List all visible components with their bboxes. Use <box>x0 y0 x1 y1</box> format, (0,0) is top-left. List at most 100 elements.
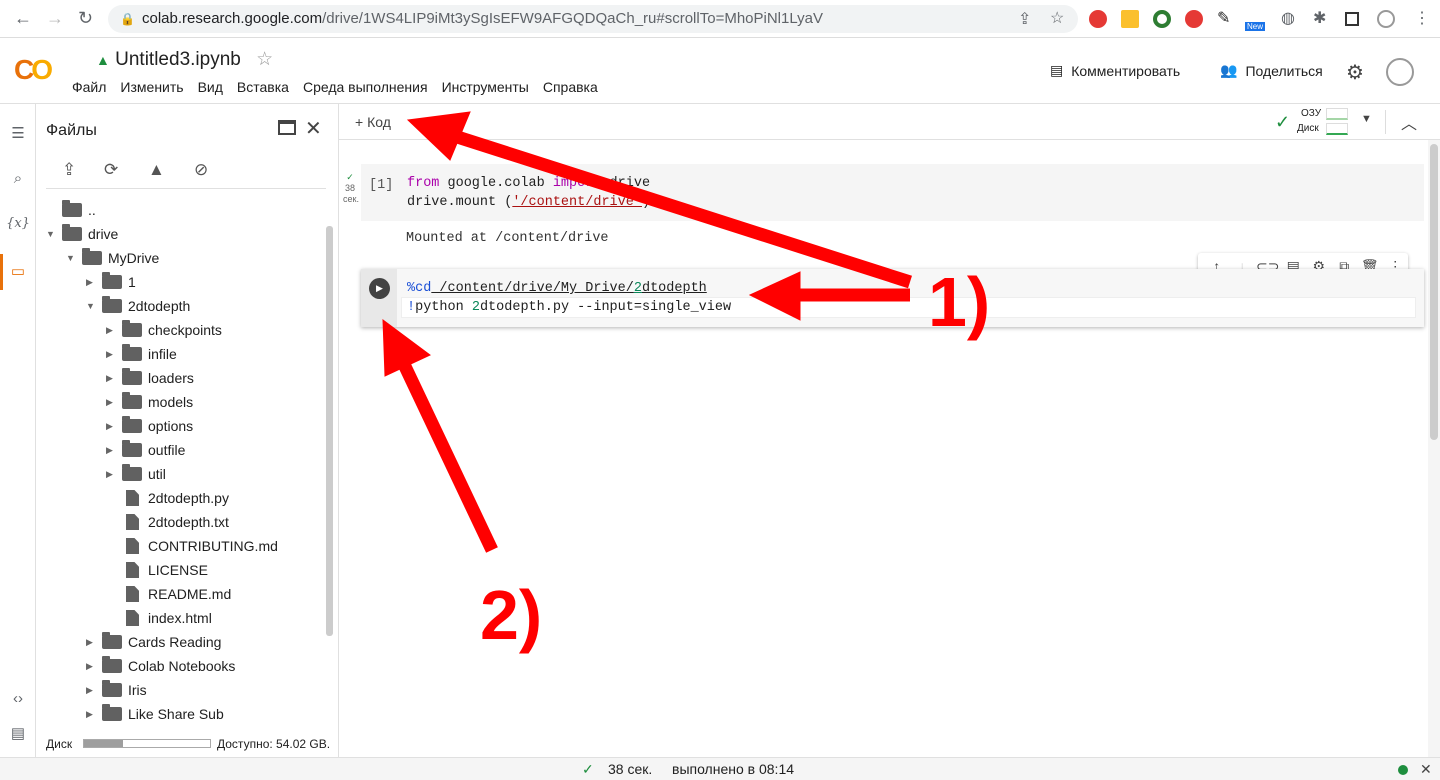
file-item[interactable]: CONTRIBUTING.md <box>106 534 278 558</box>
code-cell-2[interactable]: ▶ %cd /content/drive/My Drive/2dtodepth!… <box>361 269 1424 327</box>
terminal-icon[interactable]: ▤ <box>0 724 36 742</box>
notebook-scrollbar[interactable] <box>1430 144 1438 440</box>
settings-gear-icon[interactable]: ⚙ <box>1346 60 1364 85</box>
code-snippets-icon[interactable]: ‹› <box>0 690 36 707</box>
folder-item[interactable]: ▶ loaders <box>106 366 194 390</box>
files-folder-icon[interactable]: ▭ <box>0 262 36 280</box>
green-extension-icon[interactable] <box>1153 10 1171 28</box>
reload-icon[interactable]: ↻ <box>78 8 93 29</box>
menu-runtime[interactable]: Среда выполнения <box>303 79 428 95</box>
menu-bar: Файл Изменить Вид Вставка Среда выполнен… <box>72 79 598 95</box>
menu-insert[interactable]: Вставка <box>237 79 289 95</box>
file-item[interactable]: 2dtodepth.txt <box>106 510 229 534</box>
share-page-icon[interactable]: ⇪ <box>1018 9 1031 29</box>
menu-help[interactable]: Справка <box>543 79 598 95</box>
close-status-icon[interactable]: ✕ <box>1420 758 1432 780</box>
file-item[interactable]: README.md <box>106 582 231 606</box>
caret-down-icon[interactable]: ▼ <box>66 246 82 270</box>
caret-right-icon[interactable]: ▶ <box>106 318 122 342</box>
upload-icon[interactable]: ⇪ <box>62 160 76 180</box>
mount-drive-icon[interactable]: ▲ <box>148 160 165 180</box>
notebook-toolbar: + Код + Текст ✓ ОЗУ Диск ▼ ︿ <box>339 104 1440 140</box>
bookmark-extension-icon[interactable] <box>1121 10 1139 28</box>
star-icon[interactable]: ☆ <box>256 49 273 70</box>
code-cell-1[interactable]: [1] from google.colab import drive drive.… <box>361 164 1424 221</box>
file-item[interactable]: LICENSE <box>106 558 208 582</box>
caret-right-icon[interactable]: ▶ <box>86 270 102 294</box>
disk-meter[interactable] <box>1326 123 1348 135</box>
folder-item[interactable]: ▶ checkpoints <box>106 318 222 342</box>
bookmark-star-icon[interactable]: ☆ <box>1050 8 1064 28</box>
folder-item[interactable]: ▶ Iris <box>86 678 147 702</box>
menu-edit[interactable]: Изменить <box>120 79 183 95</box>
caret-right-icon[interactable]: ▶ <box>106 390 122 414</box>
share-button[interactable]: 👥 Поделиться <box>1220 62 1323 79</box>
folder-icon <box>102 656 122 673</box>
runtime-dropdown-icon[interactable]: ▼ <box>1361 113 1372 125</box>
folder-item[interactable]: ▶ util <box>106 462 166 486</box>
menu-tools[interactable]: Инструменты <box>442 79 529 95</box>
folder-icon <box>62 224 82 241</box>
file-item[interactable]: index.html <box>106 606 212 630</box>
menu-file[interactable]: Файл <box>72 79 106 95</box>
folder-item[interactable]: ▶ 1 <box>86 270 136 294</box>
variables-icon[interactable]: {x} <box>0 216 36 231</box>
tree-scrollbar[interactable] <box>326 226 333 636</box>
account-avatar[interactable] <box>1386 58 1414 86</box>
comment-button[interactable]: ▤ Комментировать <box>1050 62 1180 79</box>
folder-up-icon <box>62 200 82 217</box>
profile-avatar[interactable] <box>1377 10 1395 28</box>
add-text-button[interactable]: + Текст <box>415 114 462 130</box>
sidepanel-icon[interactable] <box>1345 12 1359 26</box>
caret-right-icon[interactable]: ▶ <box>106 462 122 486</box>
eyedropper-extension-icon[interactable]: ✎ <box>1217 8 1230 28</box>
add-code-button[interactable]: + Код <box>355 114 391 130</box>
colab-logo[interactable]: CO <box>14 54 53 86</box>
caret-right-icon[interactable]: ▶ <box>106 366 122 390</box>
folder-item[interactable]: ▼ 2dtodepth <box>86 294 190 318</box>
caret-right-icon[interactable]: ▶ <box>86 630 102 654</box>
ram-meter[interactable] <box>1326 108 1348 120</box>
close-icon[interactable]: ✕ <box>305 116 322 141</box>
caret-right-icon[interactable]: ▶ <box>86 654 102 678</box>
caret-right-icon[interactable]: ▶ <box>106 438 122 462</box>
cell-2-source[interactable]: %cd /content/drive/My Drive/2dtodepth !py… <box>407 279 731 317</box>
caret-right-icon[interactable]: ▶ <box>86 678 102 702</box>
folder-item[interactable]: ▶ Cards Reading <box>86 630 221 654</box>
notebook-title-text[interactable]: Untitled3.ipynb <box>115 49 241 70</box>
refresh-folder-icon[interactable]: ⟳ <box>104 160 118 180</box>
stop-extension-icon[interactable] <box>1185 10 1203 28</box>
caret-right-icon[interactable]: ▶ <box>86 702 102 726</box>
caret-right-icon[interactable]: ▶ <box>106 342 122 366</box>
folder-item[interactable]: ▶ Colab Notebooks <box>86 654 235 678</box>
folder-item[interactable]: .. <box>46 198 96 222</box>
disk-bar <box>83 739 211 748</box>
folder-item[interactable]: ▶ Like Share Sub <box>86 702 224 726</box>
open-in-tab-icon[interactable] <box>278 120 296 135</box>
browser-menu-icon[interactable]: ⋮ <box>1414 8 1430 28</box>
folder-item[interactable]: ▼ MyDrive <box>66 246 159 270</box>
folder-item[interactable]: ▼ drive <box>46 222 118 246</box>
menu-view[interactable]: Вид <box>198 79 223 95</box>
forward-icon[interactable]: → <box>46 8 64 29</box>
folder-item[interactable]: ▶ outfile <box>106 438 185 462</box>
cell-1-source[interactable]: from google.colab import drive drive.moun… <box>407 174 650 212</box>
address-bar[interactable]: 🔒 colab.research.google.com/drive/1WS4LIP… <box>108 5 1078 33</box>
folder-item[interactable]: ▶ infile <box>106 342 177 366</box>
collapse-chevron-icon[interactable]: ︿ <box>1401 110 1417 134</box>
notebook-title[interactable]: ▲ Untitled3.ipynb ☆ <box>96 48 273 71</box>
caret-down-icon[interactable]: ▼ <box>46 222 62 246</box>
run-cell-button[interactable]: ▶ <box>369 278 390 299</box>
folder-item[interactable]: ▶ options <box>106 414 193 438</box>
caret-down-icon[interactable]: ▼ <box>86 294 102 318</box>
search-icon[interactable]: ⌕ <box>0 170 36 187</box>
toc-icon[interactable]: ☰ <box>0 124 36 142</box>
hide-files-icon[interactable]: ⊘ <box>194 160 208 180</box>
folder-item[interactable]: ▶ models <box>106 390 193 414</box>
adblock-extension-icon[interactable] <box>1089 10 1107 28</box>
extensions-puzzle-icon[interactable]: ✱ <box>1313 8 1326 28</box>
file-item[interactable]: 2dtodepth.py <box>106 486 229 510</box>
globe-extension-icon[interactable]: ◍ <box>1281 8 1295 28</box>
back-icon[interactable]: ← <box>14 8 32 29</box>
caret-right-icon[interactable]: ▶ <box>106 414 122 438</box>
